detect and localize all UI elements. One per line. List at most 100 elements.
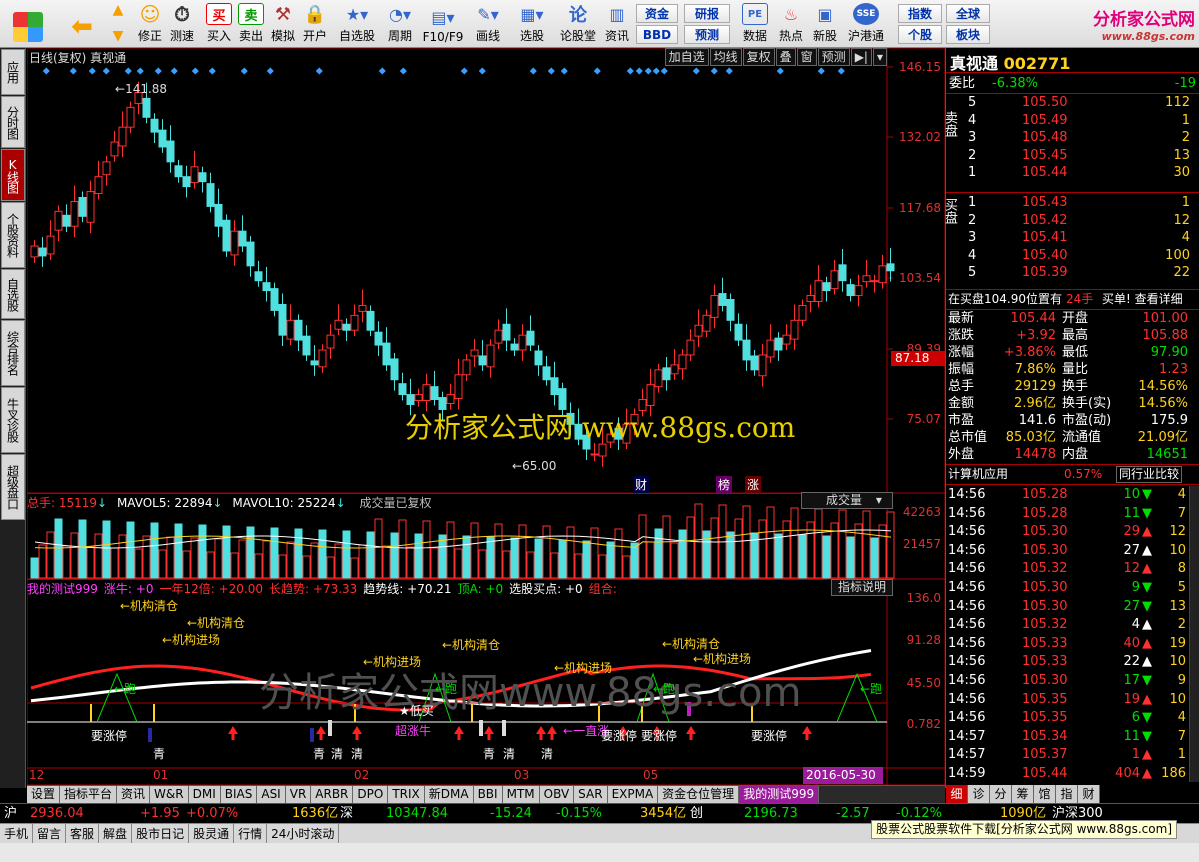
up-down-button[interactable]: ▲ ▼ xyxy=(106,2,130,46)
right-tab[interactable]: 财 xyxy=(1078,785,1100,803)
tab-expma[interactable]: EXPMA xyxy=(607,786,659,803)
compare-sector-button[interactable]: 同行业比较 xyxy=(1116,466,1183,483)
restore-rights-button[interactable]: 复权 xyxy=(742,48,775,66)
tab-dmi[interactable]: DMI xyxy=(188,786,221,803)
buy-level-row[interactable]: 3 105.41 4 xyxy=(946,229,1199,246)
toolbar-button-speed[interactable]: ⏱ 测速 xyxy=(166,2,198,46)
tab-news[interactable]: 资讯 xyxy=(117,786,151,803)
analysis-link[interactable]: 解盘 xyxy=(99,824,133,843)
sell-level-row[interactable]: 3 105.48 2 xyxy=(946,129,1199,146)
sector-row[interactable]: 计算机应用 0.57% 同行业比较 xyxy=(946,466,1199,483)
add-watchlist-button[interactable]: 加自选 xyxy=(664,48,709,66)
play-icon[interactable]: ▶| xyxy=(850,48,872,66)
tab-timeshare[interactable]: 分时图 xyxy=(1,96,25,148)
app-menu-button[interactable] xyxy=(8,2,48,46)
ma-button[interactable]: 均线 xyxy=(709,48,742,66)
tab-dpo[interactable]: DPO xyxy=(353,786,389,803)
toolbar-button-draw[interactable]: ✎▾ 画线 xyxy=(468,2,508,46)
menu-dropdown-icon[interactable]: ▾ xyxy=(872,48,887,66)
service-link[interactable]: 客服 xyxy=(66,824,100,843)
toolbar-button-hk-connect[interactable]: SSE 沪港通 xyxy=(844,2,888,46)
fund-button[interactable]: 资金 xyxy=(636,4,678,23)
message-link[interactable]: 留言 xyxy=(33,824,67,843)
download-link[interactable]: 股票公式股票软件下载[分析家公式网 www.88gs.com] xyxy=(871,820,1177,839)
tab-stock-profile[interactable]: 个股资料 xyxy=(1,202,25,268)
right-tab[interactable]: 诊 xyxy=(968,785,990,803)
big-order-notice[interactable]: 在买盘104.90位置有 24手 买单! 查看详细 xyxy=(946,291,1199,308)
quotes-link[interactable]: 行情 xyxy=(234,824,268,843)
tab-obv[interactable]: OBV xyxy=(539,786,575,803)
tab-fund-position[interactable]: 资金仓位管理 xyxy=(658,786,740,803)
index-button[interactable]: 指数 xyxy=(898,4,942,23)
marker-rise[interactable]: 涨 xyxy=(745,476,762,493)
tab-asi[interactable]: ASI xyxy=(257,786,286,803)
toolbar-button-news[interactable]: ▥ 资讯 xyxy=(602,2,632,46)
stock-pass-link[interactable]: 股灵通 xyxy=(189,824,235,843)
buy-level-row[interactable]: 1 105.43 1 xyxy=(946,194,1199,211)
toolbar-button-open-account[interactable]: 🔒 开户 xyxy=(300,2,330,46)
toolbar-button-f10[interactable]: ▤▾ F10/F9 xyxy=(422,2,464,46)
back-button[interactable]: ⬅ xyxy=(62,2,102,46)
toolbar-button-forum[interactable]: 论 论股堂 xyxy=(556,2,600,46)
buy-level-row[interactable]: 2 105.42 12 xyxy=(946,212,1199,229)
overlay-button[interactable]: 叠 xyxy=(775,48,796,66)
global-button[interactable]: 全球 xyxy=(946,4,990,23)
tab-new-dma[interactable]: 新DMA xyxy=(424,786,474,803)
sell-level-row[interactable]: 2 105.45 13 xyxy=(946,147,1199,164)
sell-level-row[interactable]: 1 105.44 30 xyxy=(946,164,1199,181)
tab-wr[interactable]: W&R xyxy=(150,786,189,803)
tick-scrollbar[interactable] xyxy=(1189,486,1199,782)
volume-indicator-select[interactable]: 成交量 ▾ xyxy=(801,492,893,509)
toolbar-button-watchlist[interactable]: ★▾ 自选股 xyxy=(336,2,378,46)
tab-super-book[interactable]: 超级盘口 xyxy=(1,454,25,520)
tab-sar[interactable]: SAR xyxy=(574,786,608,803)
buy-level-row[interactable]: 5 105.39 22 xyxy=(946,264,1199,281)
tab-settings[interactable]: 设置 xyxy=(27,786,61,803)
chart-canvas[interactable] xyxy=(27,48,945,785)
toolbar-button-sell[interactable]: 卖 卖出 xyxy=(236,2,266,46)
mobile-link[interactable]: 手机 xyxy=(0,824,34,843)
toolbar-button-ipo[interactable]: ▣ 新股 xyxy=(810,2,840,46)
toolbar-button-hot[interactable]: ♨ 热点 xyxy=(776,2,806,46)
toolbar-button-simulate[interactable]: ⚒ 模拟 xyxy=(268,2,298,46)
bbd-button[interactable]: BBD xyxy=(636,25,678,44)
tab-watchlist[interactable]: 自选股 xyxy=(1,269,25,319)
research-button[interactable]: 研报 xyxy=(684,4,730,23)
toolbar-button-stock-picker[interactable]: ▦▾ 选股 xyxy=(512,2,552,46)
right-tab[interactable]: 指 xyxy=(1056,785,1078,803)
forecast-button[interactable]: 预测 xyxy=(684,25,730,44)
marker-finance[interactable]: 财 xyxy=(633,476,650,493)
tab-kline[interactable]: K线图 xyxy=(1,149,25,201)
tab-my-test[interactable]: 我的测试999 xyxy=(739,786,820,803)
stock-button[interactable]: 个股 xyxy=(898,25,942,44)
forecast-button-chart[interactable]: 预测 xyxy=(817,48,850,66)
indicator-help-button[interactable]: 指标说明 xyxy=(831,579,893,596)
sell-level-row[interactable]: 4 105.49 1 xyxy=(946,112,1199,129)
right-tab[interactable]: 细 xyxy=(946,785,968,803)
tab-mtm[interactable]: MTM xyxy=(502,786,540,803)
toolbar-button-data[interactable]: PE 数据 xyxy=(740,2,770,46)
tab-arbr[interactable]: ARBR xyxy=(311,786,354,803)
sell-level-row[interactable]: 5 105.50 112 xyxy=(946,94,1199,111)
tab-app[interactable]: 应用 xyxy=(1,49,25,95)
toolbar-button-buy[interactable]: 买 买入 xyxy=(204,2,234,46)
tab-vr[interactable]: VR xyxy=(285,786,312,803)
buy-level-row[interactable]: 4 105.40 100 xyxy=(946,247,1199,264)
tab-trix[interactable]: TRIX xyxy=(388,786,425,803)
toolbar-button-fix[interactable]: ☺ 修正 xyxy=(134,2,166,46)
tab-ranking[interactable]: 综合排名 xyxy=(1,320,25,386)
chart-area[interactable]: 日线(复权) 真视通 加自选 均线 复权 叠 窗 预测 ▶| ▾ 146.15 … xyxy=(27,48,945,799)
diary-link[interactable]: 股市日记 xyxy=(132,824,190,843)
right-tab[interactable]: 馆 xyxy=(1034,785,1056,803)
tab-diagnosis[interactable]: 牛叉诊股 xyxy=(1,387,25,453)
toolbar-button-period[interactable]: ◔▾ 周期 xyxy=(380,2,420,46)
news-scroll-link[interactable]: 24小时滚动 xyxy=(267,824,340,843)
marker-list[interactable]: 榜 xyxy=(716,476,733,493)
right-tab[interactable]: 筹 xyxy=(1012,785,1034,803)
tab-bias[interactable]: BIAS xyxy=(220,786,258,803)
tab-bbi[interactable]: BBI xyxy=(473,786,503,803)
sector-button[interactable]: 板块 xyxy=(946,25,990,44)
right-tab[interactable]: 分 xyxy=(990,785,1012,803)
tab-indicator-platform[interactable]: 指标平台 xyxy=(60,786,118,803)
window-button[interactable]: 窗 xyxy=(796,48,817,66)
